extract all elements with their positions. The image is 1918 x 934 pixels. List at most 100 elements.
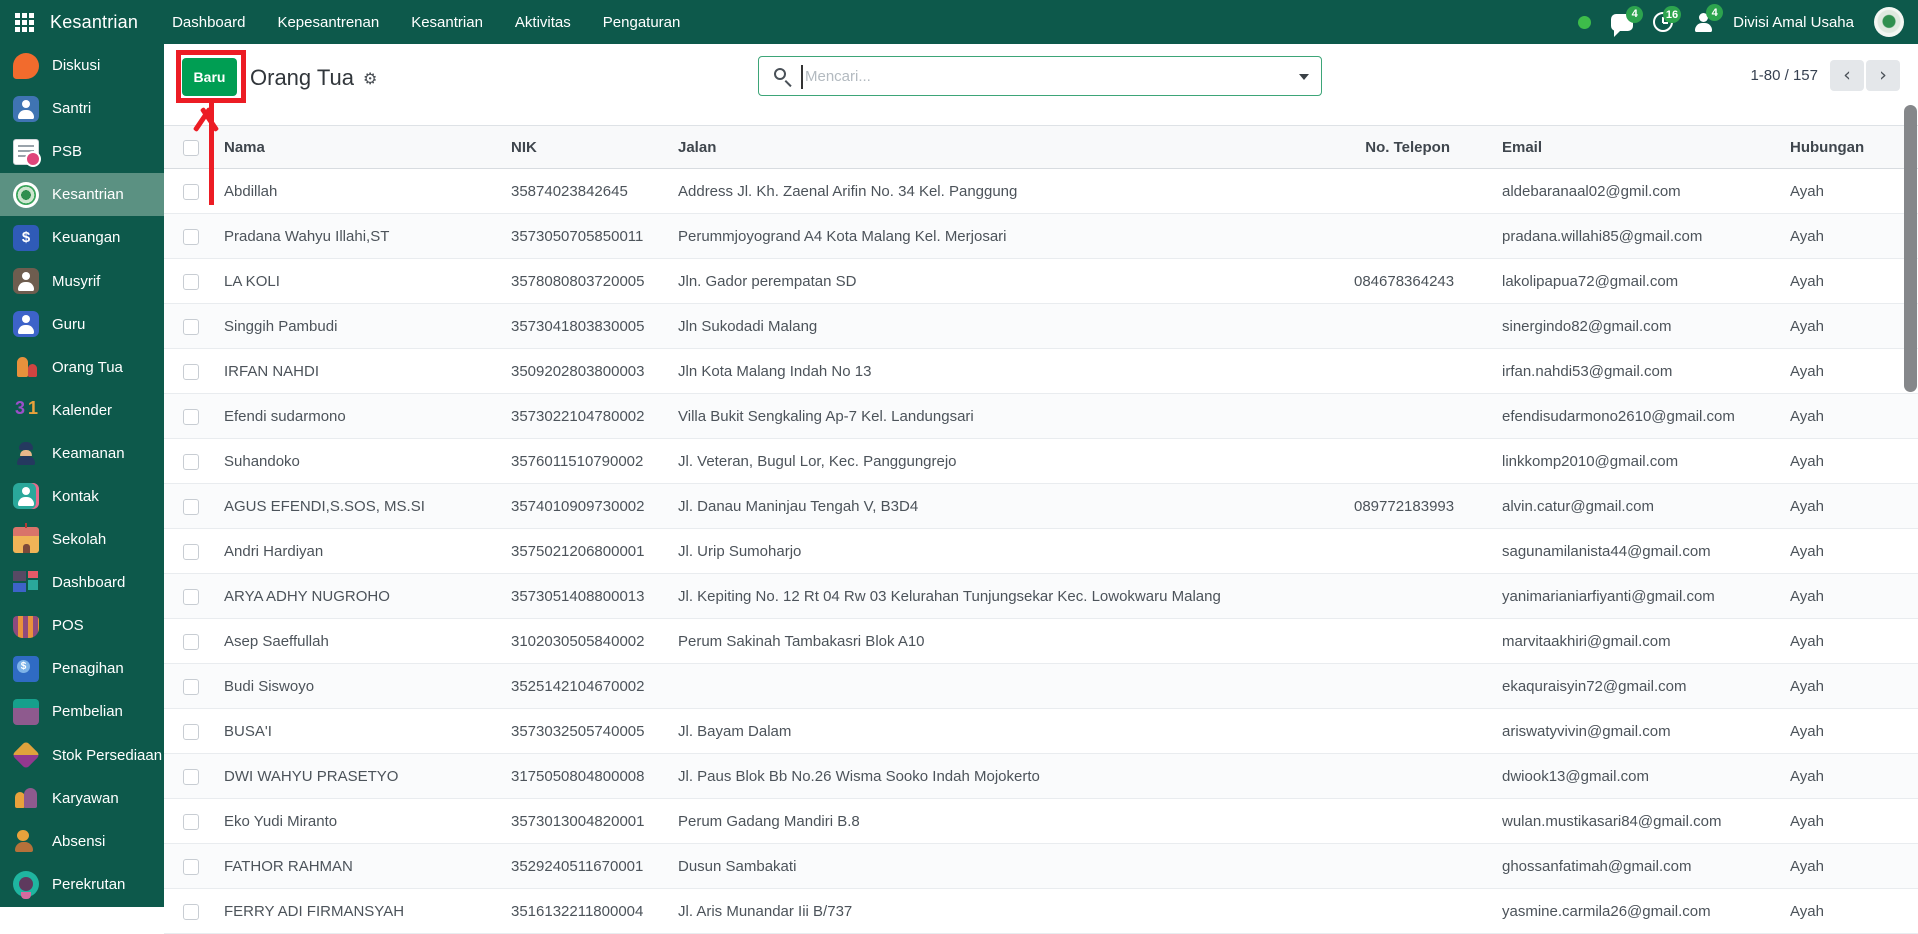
sidebar-item-psb[interactable]: PSB (0, 130, 164, 173)
table-row[interactable]: Pradana Wahyu Illahi,ST 3573050705850011… (164, 214, 1918, 259)
menu-aktivitas[interactable]: Aktivitas (515, 14, 571, 31)
parents-table-body: Abdillah 35874023842645 Address Jl. Kh. … (164, 169, 1918, 934)
user-avatar[interactable] (1874, 7, 1904, 37)
sidebar-item-kontak[interactable]: Kontak (0, 475, 164, 518)
row-checkbox[interactable] (183, 859, 199, 875)
sidebar-item-absensi[interactable]: Absensi (0, 820, 164, 863)
row-checkbox[interactable] (183, 274, 199, 290)
app-brand[interactable]: Kesantrian (50, 12, 138, 33)
prev-page-button[interactable]: ‹ (1830, 60, 1864, 91)
row-checkbox[interactable] (183, 589, 199, 605)
table-row[interactable]: AGUS EFENDI,S.SOS, MS.SI 357401090973000… (164, 484, 1918, 529)
cell-nama: Pradana Wahyu Illahi,ST (216, 214, 503, 259)
sidebar-item-label: Perekrutan (52, 876, 125, 893)
cell-nama: Singgih Pambudi (216, 304, 503, 349)
row-checkbox[interactable] (183, 229, 199, 245)
menu-dashboard[interactable]: Dashboard (172, 14, 245, 31)
cell-jalan (670, 664, 1346, 709)
new-record-button[interactable]: Baru (182, 58, 237, 96)
sidebar-item-sekolah[interactable]: Sekolah (0, 518, 164, 561)
table-row[interactable]: Andri Hardiyan 3575021206800001 Jl. Urip… (164, 529, 1918, 574)
cell-jalan: Jln. Gador perempatan SD (670, 259, 1346, 304)
cell-nama: BUSA'I (216, 709, 503, 754)
table-row[interactable]: IRFAN NAHDI 3509202803800003 Jln Kota Ma… (164, 349, 1918, 394)
table-row[interactable]: Eko Yudi Miranto 3573013004820001 Perum … (164, 799, 1918, 844)
cell-nama: FERRY ADI FIRMANSYAH (216, 889, 503, 934)
row-checkbox[interactable] (183, 634, 199, 650)
table-header-row: Nama NIK Jalan No. Telepon Email Hubunga… (164, 126, 1918, 169)
company-name[interactable]: Divisi Amal Usaha (1733, 14, 1854, 31)
sidebar-item-pos[interactable]: POS (0, 604, 164, 647)
attendance-icon (13, 828, 39, 854)
table-row[interactable]: FATHOR RAHMAN 3529240511670001 Dusun Sam… (164, 844, 1918, 889)
table-row[interactable]: Singgih Pambudi 3573041803830005 Jln Suk… (164, 304, 1918, 349)
cell-nama: DWI WAHYU PRASETYO (216, 754, 503, 799)
row-checkbox[interactable] (183, 544, 199, 560)
col-header-nik[interactable]: NIK (503, 126, 670, 169)
sidebar-item-karyawan[interactable]: Karyawan (0, 777, 164, 820)
sidebar-item-keamanan[interactable]: Keamanan (0, 432, 164, 475)
sidebar-item-dashboard[interactable]: Dashboard (0, 561, 164, 604)
cell-hubungan: Ayah (1751, 664, 1918, 709)
row-checkbox[interactable] (183, 409, 199, 425)
vertical-scrollbar[interactable] (1904, 105, 1917, 392)
cell-email: linkkomp2010@gmail.com (1456, 439, 1751, 484)
cell-telepon (1346, 709, 1456, 754)
table-row[interactable]: Budi Siswoyo 3525142104670002 ekaquraisy… (164, 664, 1918, 709)
settings-gear-icon[interactable]: ⚙ (363, 69, 377, 88)
sidebar-item-stok-persediaan[interactable]: Stok Persediaan (0, 734, 164, 777)
table-row[interactable]: Asep Saeffullah 3102030505840002 Perum S… (164, 619, 1918, 664)
sidebar-item-diskusi[interactable]: Diskusi (0, 44, 164, 87)
sidebar-item-penagihan[interactable]: Penagihan (0, 647, 164, 690)
sidebar-item-musyrif[interactable]: Musyrif (0, 259, 164, 302)
sidebar-item-keuangan[interactable]: Keuangan (0, 216, 164, 259)
page-title: Orang Tua (250, 65, 354, 91)
row-checkbox[interactable] (183, 184, 199, 200)
row-checkbox[interactable] (183, 364, 199, 380)
col-header-nama[interactable]: Nama (216, 126, 503, 169)
row-checkbox[interactable] (183, 769, 199, 785)
sidebar-item-pembelian[interactable]: Pembelian (0, 690, 164, 733)
col-header-email[interactable]: Email (1456, 126, 1751, 169)
col-header-telepon[interactable]: No. Telepon (1346, 126, 1456, 169)
menu-kepesantrenan[interactable]: Kepesantrenan (277, 14, 379, 31)
row-checkbox[interactable] (183, 724, 199, 740)
sidebar-item-kesantrian[interactable]: Kesantrian (0, 173, 164, 216)
table-row[interactable]: DWI WAHYU PRASETYO 3175050804800008 Jl. … (164, 754, 1918, 799)
table-row[interactable]: LA KOLI 3578080803720005 Jln. Gador pere… (164, 259, 1918, 304)
table-row[interactable]: BUSA'I 3573032505740005 Jl. Bayam Dalam … (164, 709, 1918, 754)
pagination-range: 1-80 / 157 (1750, 67, 1818, 84)
sidebar-item-perekrutan[interactable]: Perekrutan (0, 863, 164, 906)
table-row[interactable]: ARYA ADHY NUGROHO 3573051408800013 Jl. K… (164, 574, 1918, 619)
search-input[interactable] (805, 57, 1275, 95)
row-checkbox[interactable] (183, 454, 199, 470)
row-checkbox[interactable] (183, 904, 199, 920)
text-caret (801, 65, 803, 89)
apps-grid-icon[interactable] (15, 13, 34, 32)
select-all-checkbox[interactable] (183, 140, 199, 156)
sidebar-item-kalender[interactable]: Kalender (0, 389, 164, 432)
cell-telepon (1346, 799, 1456, 844)
col-header-jalan[interactable]: Jalan (670, 126, 1346, 169)
row-checkbox[interactable] (183, 679, 199, 695)
cell-jalan: Dusun Sambakati (670, 844, 1346, 889)
col-header-hubungan[interactable]: Hubungan (1751, 126, 1918, 169)
search-dropdown-toggle-icon[interactable] (1287, 57, 1321, 95)
sidebar-item-guru[interactable]: Guru (0, 303, 164, 346)
cell-telepon (1346, 619, 1456, 664)
menu-kesantrian[interactable]: Kesantrian (411, 14, 483, 31)
table-row[interactable]: Abdillah 35874023842645 Address Jl. Kh. … (164, 169, 1918, 214)
row-checkbox[interactable] (183, 814, 199, 830)
table-row[interactable]: Efendi sudarmono 3573022104780002 Villa … (164, 394, 1918, 439)
sidebar-item-orang-tua[interactable]: Orang Tua (0, 346, 164, 389)
sidebar-item-santri[interactable]: Santri (0, 87, 164, 130)
activities-clock-icon[interactable]: 16 (1653, 12, 1673, 32)
next-page-button[interactable]: › (1866, 60, 1900, 91)
menu-pengaturan[interactable]: Pengaturan (603, 14, 681, 31)
requests-person-icon[interactable]: 4 (1693, 12, 1713, 32)
messages-icon[interactable]: 4 (1611, 14, 1633, 31)
row-checkbox[interactable] (183, 319, 199, 335)
row-checkbox[interactable] (183, 499, 199, 515)
table-row[interactable]: Suhandoko 3576011510790002 Jl. Veteran, … (164, 439, 1918, 484)
table-row[interactable]: FERRY ADI FIRMANSYAH 3516132211800004 Jl… (164, 889, 1918, 934)
